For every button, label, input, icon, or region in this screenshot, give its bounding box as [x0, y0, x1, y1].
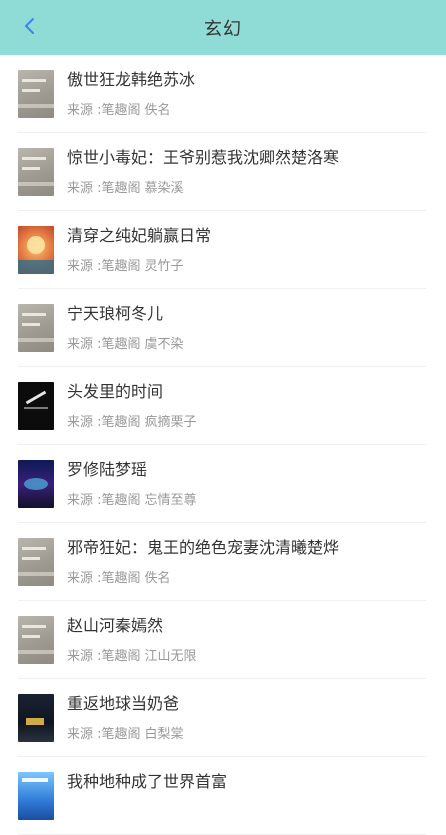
book-title: 重返地球当奶爸 — [67, 693, 180, 713]
book-cover — [18, 616, 54, 664]
list-item[interactable]: 我种地种成了世界首富 — [0, 757, 446, 835]
book-cover — [18, 70, 54, 118]
list-item[interactable]: 傲世狂龙韩绝苏冰 来源 :笔趣阁 佚名 — [0, 55, 446, 133]
source-label: 来源 : — [67, 570, 102, 586]
book-cover — [18, 148, 54, 196]
source-label: 来源 : — [67, 102, 102, 118]
book-title: 清穿之纯妃躺赢日常 — [67, 225, 212, 245]
source-label: 来源 : — [67, 258, 102, 274]
book-cover — [18, 226, 54, 274]
list-item[interactable]: 重返地球当奶爸 来源 :笔趣阁 白梨棠 — [0, 679, 446, 757]
source-name: 笔趣阁 — [101, 180, 141, 196]
book-title: 头发里的时间 — [67, 381, 164, 401]
list-item[interactable]: 赵山河秦嫣然 来源 :笔趣阁 江山无限 — [0, 601, 446, 679]
book-meta: 来源 :笔趣阁 白梨棠 — [67, 727, 184, 743]
book-title: 罗修陆梦瑶 — [67, 459, 148, 479]
back-button[interactable] — [14, 0, 46, 55]
list-item[interactable]: 惊世小毒妃：王爷别惹我沈卿然楚洛寒 来源 :笔趣阁 慕染溪 — [0, 133, 446, 211]
list-item[interactable]: 宁天琅柯冬儿 来源 :笔趣阁 虞不染 — [0, 289, 446, 367]
source-label: 来源 : — [67, 726, 102, 742]
author-name: 佚名 — [144, 102, 171, 118]
author-name: 虞不染 — [144, 336, 184, 352]
source-label: 来源 : — [67, 336, 102, 352]
book-cover — [18, 694, 54, 742]
source-name: 笔趣阁 — [101, 102, 141, 118]
book-title: 惊世小毒妃：王爷别惹我沈卿然楚洛寒 — [67, 147, 340, 167]
book-title: 傲世狂龙韩绝苏冰 — [67, 69, 196, 89]
author-name: 江山无限 — [144, 648, 197, 664]
author-name: 慕染溪 — [144, 180, 184, 196]
book-cover — [18, 304, 54, 352]
source-name: 笔趣阁 — [101, 258, 141, 274]
source-name: 笔趣阁 — [101, 492, 141, 508]
source-name: 笔趣阁 — [101, 414, 141, 430]
source-label: 来源 : — [67, 414, 102, 430]
author-name: 灵竹子 — [144, 258, 184, 274]
book-title: 邪帝狂妃：鬼王的绝色宠妻沈清曦楚烨 — [67, 537, 340, 557]
book-cover — [18, 382, 54, 430]
book-meta: 来源 :笔趣阁 灵竹子 — [67, 259, 211, 275]
book-title: 我种地种成了世界首富 — [67, 771, 228, 791]
book-cover — [18, 772, 54, 820]
author-name: 白梨棠 — [144, 726, 184, 742]
list-item[interactable]: 头发里的时间 来源 :笔趣阁 疯摘栗子 — [0, 367, 446, 445]
list-item[interactable]: 清穿之纯妃躺赢日常 来源 :笔趣阁 灵竹子 — [0, 211, 446, 289]
book-cover — [18, 460, 54, 508]
list-item[interactable]: 邪帝狂妃：鬼王的绝色宠妻沈清曦楚烨 来源 :笔趣阁 佚名 — [0, 523, 446, 601]
book-meta: 来源 :笔趣阁 疯摘栗子 — [67, 415, 197, 431]
source-name: 笔趣阁 — [101, 648, 141, 664]
book-meta: 来源 :笔趣阁 忘情至尊 — [67, 493, 197, 509]
book-meta — [67, 805, 227, 821]
book-meta: 来源 :笔趣阁 虞不染 — [67, 337, 184, 353]
list-item[interactable]: 罗修陆梦瑶 来源 :笔趣阁 忘情至尊 — [0, 445, 446, 523]
chevron-left-icon — [23, 17, 37, 39]
book-list: 傲世狂龙韩绝苏冰 来源 :笔趣阁 佚名 惊世小毒妃：王爷别惹我沈卿然楚洛寒 来源 … — [0, 55, 446, 835]
source-name: 笔趣阁 — [101, 570, 141, 586]
author-name: 疯摘栗子 — [144, 414, 197, 430]
source-name: 笔趣阁 — [101, 336, 141, 352]
book-meta: 来源 :笔趣阁 佚名 — [67, 571, 339, 587]
book-title: 赵山河秦嫣然 — [67, 615, 164, 635]
author-name: 忘情至尊 — [144, 492, 197, 508]
book-meta: 来源 :笔趣阁 慕染溪 — [67, 181, 339, 197]
book-cover — [18, 538, 54, 586]
page-title: 玄幻 — [204, 18, 242, 40]
source-name: 笔趣阁 — [101, 726, 141, 742]
book-title: 宁天琅柯冬儿 — [67, 303, 164, 323]
book-meta: 来源 :笔趣阁 江山无限 — [67, 649, 197, 665]
source-label: 来源 : — [67, 492, 102, 508]
author-name: 佚名 — [144, 570, 171, 586]
book-meta: 来源 :笔趣阁 佚名 — [67, 103, 195, 119]
app-header: 玄幻 — [0, 0, 446, 55]
source-label: 来源 : — [67, 180, 102, 196]
source-label: 来源 : — [67, 648, 102, 664]
